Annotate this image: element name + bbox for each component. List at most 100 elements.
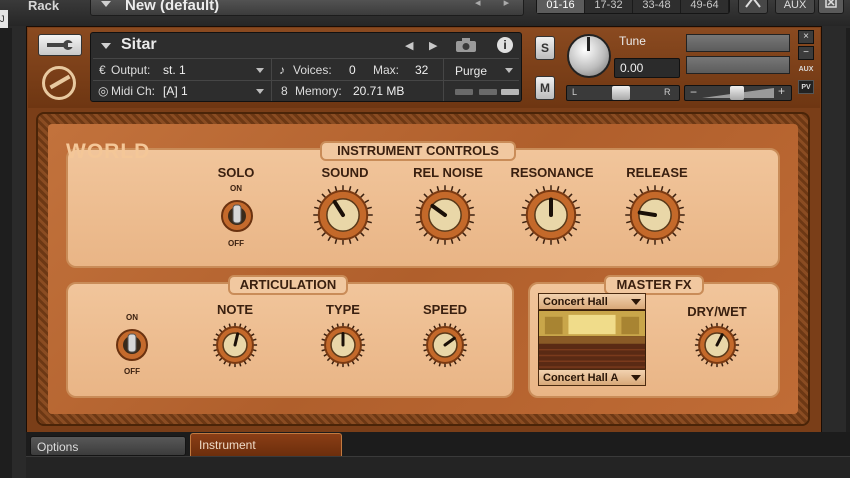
master-fx-title: MASTER FX <box>604 275 704 295</box>
concert-hall-image <box>538 310 646 370</box>
sound-knob[interactable] <box>312 184 374 246</box>
multi-name-field[interactable]: New (default) ◂ ▸ <box>90 0 524 16</box>
instrument-close-button[interactable]: × <box>798 30 814 44</box>
aux-button[interactable]: AUX <box>775 0 815 14</box>
knob-icon <box>313 185 373 245</box>
rack-view-icon <box>745 0 761 8</box>
rel-noise-knob-label: REL NOISE <box>413 165 483 180</box>
edit-instrument-button[interactable] <box>38 34 82 56</box>
purge-label: Purge <box>455 64 488 78</box>
volume-max-label: + <box>778 84 786 98</box>
pan-slider-handle[interactable] <box>612 86 630 100</box>
speed-knob-label: SPEED <box>422 302 468 317</box>
memory-label: Memory: <box>295 84 342 98</box>
midi-page-tab[interactable]: 01-16 <box>537 0 585 13</box>
solo-button[interactable]: S <box>535 36 555 60</box>
mem-meter <box>501 89 519 95</box>
solo-off-label: OFF <box>228 239 244 248</box>
info-icon[interactable]: i <box>497 37 513 53</box>
close-icon <box>825 0 837 8</box>
instrument-controls-title: INSTRUMENT CONTROLS <box>320 141 516 161</box>
midi-page-tab[interactable]: 17-32 <box>585 0 633 13</box>
resonance-knob-label: RESONANCE <box>510 165 594 180</box>
volume-min-label: − <box>690 85 698 99</box>
midi-page-tabs: 01-16 17-32 33-48 49-64 <box>536 0 730 14</box>
camera-icon[interactable] <box>455 37 477 53</box>
rel-noise-knob[interactable] <box>414 184 476 246</box>
pv-button[interactable]: PV <box>798 80 814 94</box>
reverb-preset-select[interactable]: Concert Hall A <box>538 369 646 386</box>
rack-close-button[interactable] <box>818 0 844 14</box>
output-label: Output: <box>111 63 151 77</box>
output-value[interactable]: st. 1 <box>163 63 186 77</box>
midi-page-tab[interactable]: 33-48 <box>633 0 681 13</box>
solo-toggle-switch[interactable] <box>220 196 254 236</box>
dry-wet-knob-label: DRY/WET <box>687 304 747 319</box>
articulation-on-label: ON <box>126 313 138 322</box>
left-sidebar-edge <box>0 28 12 478</box>
multi-nav-arrows[interactable]: ◂ ▸ <box>475 0 519 9</box>
cpu-meter <box>455 89 473 95</box>
type-knob[interactable] <box>320 322 366 368</box>
note-knob[interactable] <box>212 322 258 368</box>
chevron-down-icon[interactable] <box>256 89 264 94</box>
sound-knob-label: SOUND <box>321 165 369 180</box>
knob-icon <box>521 185 581 245</box>
prev-instrument-button[interactable]: ◀ <box>405 39 413 52</box>
pan-right-label: R <box>664 87 671 97</box>
chevron-down-icon[interactable] <box>101 1 111 7</box>
rack-view-button[interactable] <box>738 0 768 14</box>
disk-meter <box>479 89 497 95</box>
reverb-type-select[interactable]: Concert Hall <box>538 293 646 310</box>
voices-icon: ♪ <box>279 63 285 77</box>
chevron-down-icon[interactable] <box>505 68 513 73</box>
level-meter-left <box>686 34 790 52</box>
max-voices-value[interactable]: 32 <box>415 63 428 77</box>
note-knob-label: NOTE <box>216 302 254 317</box>
knob-icon <box>415 185 475 245</box>
info-divider <box>93 58 519 59</box>
midi-channel-value[interactable]: [A] 1 <box>163 84 188 98</box>
mute-button[interactable]: M <box>535 76 555 100</box>
resonance-knob[interactable] <box>520 184 582 246</box>
info-divider <box>93 80 519 81</box>
type-knob-label: TYPE <box>326 302 360 317</box>
info-divider <box>271 59 272 101</box>
speed-knob[interactable] <box>422 322 468 368</box>
multi-name: New (default) <box>125 0 220 14</box>
voices-value: 0 <box>349 63 356 77</box>
memory-value: 20.71 MB <box>353 84 405 98</box>
tab-options[interactable]: Options <box>30 436 186 456</box>
aux-sends-button[interactable]: AUX <box>798 64 814 76</box>
tab-instrument[interactable]: Instrument <box>190 433 342 456</box>
tune-label: Tune <box>619 34 646 48</box>
articulation-title: ARTICULATION <box>228 275 348 295</box>
info-divider <box>443 59 444 101</box>
reverb-type-value: Concert Hall <box>543 296 608 308</box>
pan-left-label: L <box>572 87 578 97</box>
tune-knob-pointer <box>587 37 590 51</box>
next-instrument-button[interactable]: ▶ <box>429 39 437 52</box>
chevron-down-icon[interactable] <box>631 375 641 381</box>
rack-side-button[interactable]: J <box>0 10 8 28</box>
chevron-down-icon[interactable] <box>631 299 641 305</box>
release-knob[interactable] <box>624 184 686 246</box>
instrument-info-panel: Sitar ◀ ▶ i € Output: st. 1 ♪ Voices: 0 … <box>90 32 522 102</box>
voices-label: Voices: <box>293 63 332 77</box>
tune-value: 0.00 <box>620 61 644 75</box>
chevron-down-icon[interactable] <box>101 43 111 49</box>
volume-slider-handle[interactable] <box>730 86 744 100</box>
instrument-minimize-button[interactable]: − <box>798 46 814 60</box>
instrument-name[interactable]: Sitar <box>121 36 157 54</box>
knob-icon <box>320 322 366 368</box>
articulation-toggle-switch[interactable] <box>115 325 149 365</box>
memory-icon: 8 <box>281 84 288 98</box>
output-icon: € <box>99 63 106 77</box>
level-meter-right <box>686 56 790 74</box>
dry-wet-knob[interactable] <box>694 322 740 368</box>
midi-page-tab[interactable]: 49-64 <box>681 0 729 13</box>
chevron-down-icon[interactable] <box>256 68 264 73</box>
world-label: WORLD <box>66 140 151 163</box>
knob-icon <box>625 185 685 245</box>
release-knob-label: RELEASE <box>626 165 688 180</box>
